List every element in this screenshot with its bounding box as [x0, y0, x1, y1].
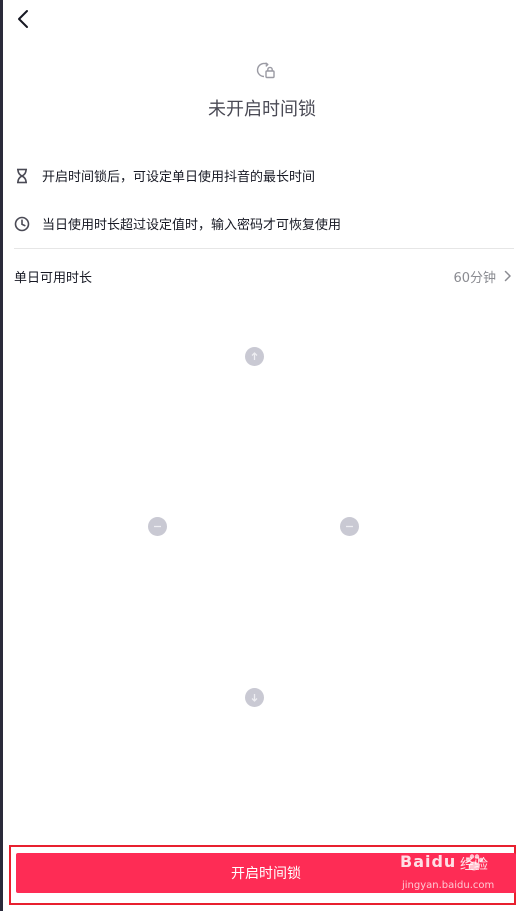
daily-duration-setting: 60分钟 — [453, 267, 512, 286]
back-arrow-icon — [18, 10, 28, 28]
chevron-right-icon — [504, 270, 511, 282]
watermark-jingyan: 经验 — [460, 857, 488, 873]
section-divider — [14, 248, 514, 249]
arrow-right-icon — [346, 525, 353, 528]
arrow-up-icon — [251, 352, 258, 360]
watermark-url: jingyan.baidu.com — [402, 880, 495, 891]
lock-status-title: 未开启时间锁 — [208, 99, 316, 120]
left-window-edge — [0, 0, 3, 911]
arrow-down-icon — [251, 694, 258, 702]
back-button[interactable] — [12, 6, 36, 32]
clock-icon — [14, 216, 30, 232]
hourglass-icon — [14, 168, 30, 184]
scroll-down-button[interactable] — [245, 688, 264, 707]
scroll-right-button[interactable] — [340, 517, 359, 536]
arrow-left-icon — [154, 525, 161, 528]
daily-duration-row[interactable]: 单日可用时长 60分钟 — [14, 265, 512, 287]
daily-duration-value: 60分钟 — [453, 270, 496, 286]
info-row-limit: 开启时间锁后，可设定单日使用抖音的最长时间 — [14, 166, 315, 185]
daily-duration-label: 单日可用时长 — [14, 270, 93, 286]
scroll-up-button[interactable] — [245, 347, 264, 366]
baidu-jingyan-watermark: Baidu 经验 jingyan.baidu.com — [400, 850, 516, 896]
scroll-left-button[interactable] — [148, 517, 167, 536]
info-row-password: 当日使用时长超过设定值时，输入密码才可恢复使用 — [14, 214, 341, 233]
info-text-password: 当日使用时长超过设定值时，输入密码才可恢复使用 — [42, 218, 342, 233]
info-text-limit: 开启时间锁后，可设定单日使用抖音的最长时间 — [42, 170, 316, 185]
timer-lock-icon — [256, 62, 275, 79]
